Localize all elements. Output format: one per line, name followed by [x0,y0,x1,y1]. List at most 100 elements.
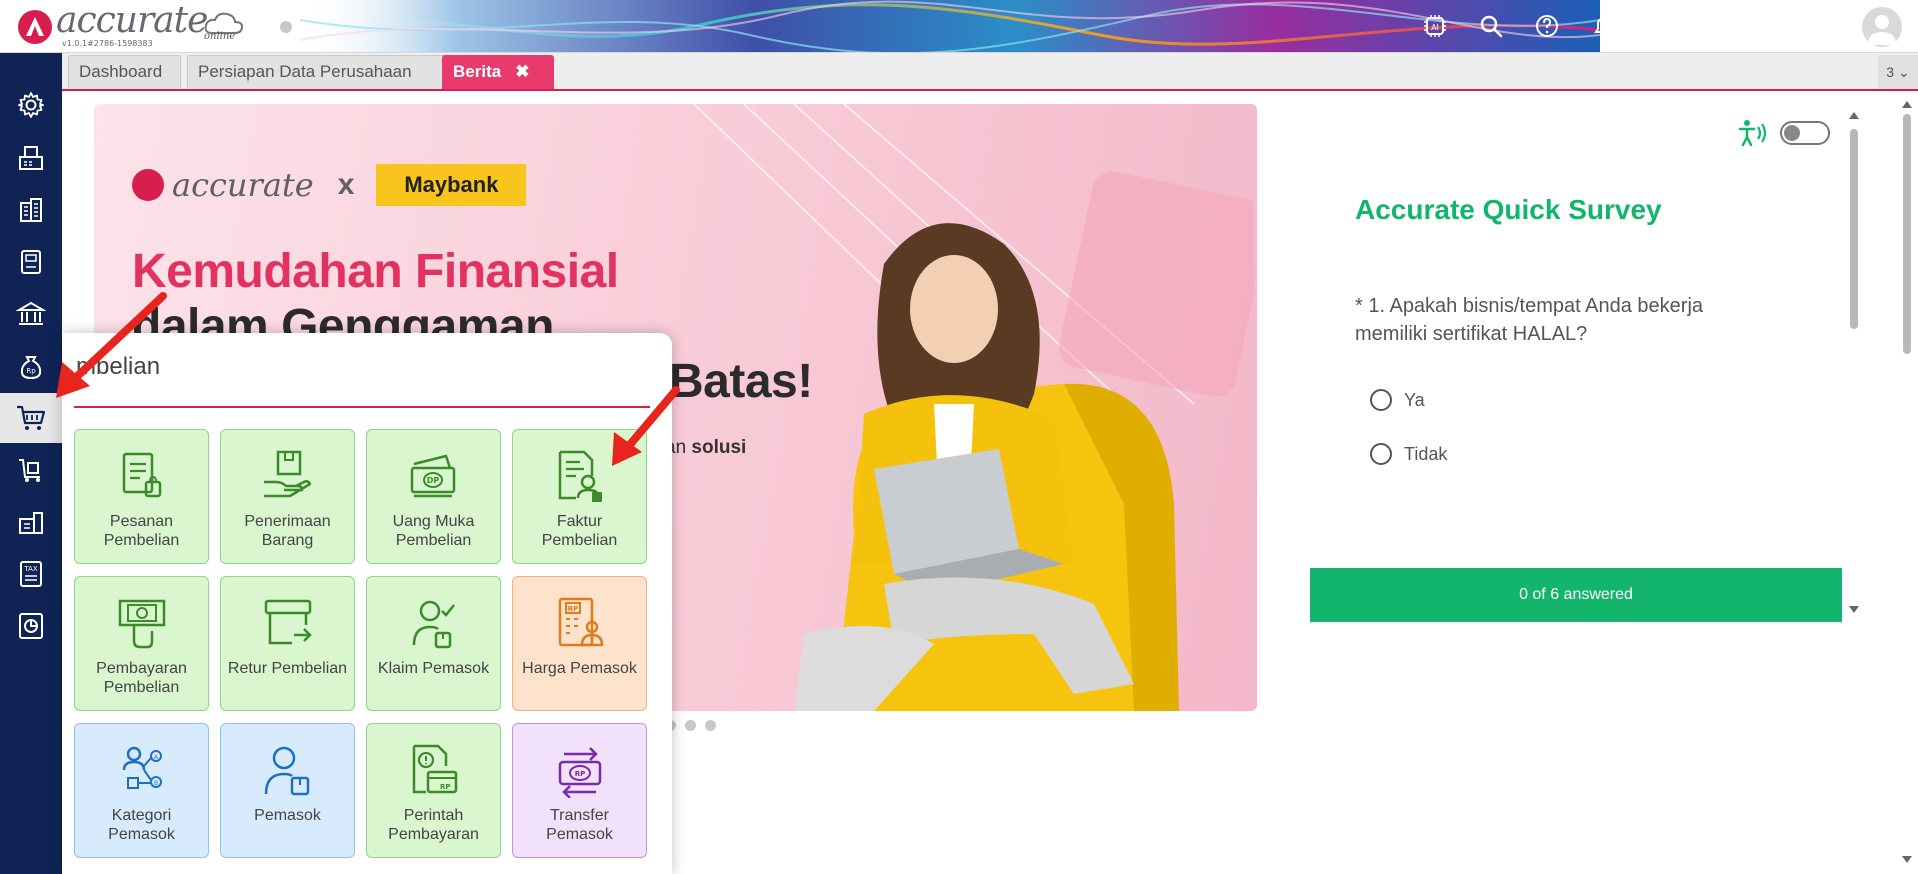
tab-dashboard[interactable]: Dashboard [68,55,181,89]
svg-text:RP: RP [574,770,585,778]
sidebar-item-purchase[interactable] [0,393,62,443]
sidebar-item-company[interactable] [0,185,62,235]
page-scroll-thumb[interactable] [1903,114,1911,354]
banner-brand-x: x [337,168,355,201]
supplier-transfer-icon: RP [558,747,601,798]
survey-option-label: Tidak [1404,443,1448,464]
tile-transfer-pemasok[interactable]: RP Transfer Pemasok [512,723,647,858]
tile-perintah-pembayaran[interactable]: RP Perintah Pembayaran [366,723,501,858]
tab-overflow-menu[interactable]: 3 ⌄ [1878,55,1918,89]
company-info[interactable]: Acc Tumbuh Bersama Egy Gunawan [1663,8,1840,45]
report-chart-icon [19,613,43,639]
accessibility-toggle[interactable] [1780,121,1830,145]
purchase-menu-title: mbelian [76,353,161,380]
svg-text:TAX: TAX [23,565,38,573]
ledger-book-icon [21,250,41,274]
logo-text: accurate [56,0,208,41]
delivery-cart-icon [19,459,40,482]
tile-label: Kategori Pemasok [108,807,175,843]
page-scrollbar[interactable] [1900,96,1914,866]
accurate-logo-mark [132,169,164,201]
survey-title: Accurate Quick Survey [1355,194,1662,225]
purchase-invoice-icon [558,450,602,502]
tab-berita[interactable]: Berita ✖ [442,55,554,89]
tile-retur-pembelian[interactable]: Retur Pembelian [220,576,355,711]
survey-question: * 1. Apakah bisnis/tempat Anda bekerja m… [1355,295,1704,345]
sidebar: Rp TAX [0,53,62,874]
tile-harga-pemasok[interactable]: RP Harga Pemasok [512,576,647,711]
status-dot [280,21,292,33]
survey-option-tidak[interactable]: Tidak [1370,443,1447,465]
tab-close-icon[interactable]: ✖ [515,62,529,81]
accessibility-icon [1738,120,1767,147]
purchase-return-icon [264,599,312,645]
tile-label: Penerimaan Barang [244,513,331,549]
svg-text:AI: AI [1431,23,1439,32]
carousel-dot[interactable] [705,720,716,731]
sidebar-item-inventory[interactable] [0,497,62,547]
tab-label: Persiapan Data Perusahaan [198,62,412,81]
tile-pemasok[interactable]: Pemasok [220,723,355,858]
tab-label: Berita [453,62,502,81]
scroll-up-arrow-icon [1849,112,1859,119]
sidebar-item-ledger[interactable] [0,237,62,287]
tab-bar: Dashboard Persiapan Data Perusahaan Beri… [62,53,1918,91]
ai-assistant-icon[interactable]: AI [1422,13,1448,39]
tile-pembayaran-pembelian[interactable]: Pembayaran Pembelian [74,576,209,711]
sidebar-item-fax[interactable] [0,133,62,183]
tile-label: Pesanan Pembelian [103,513,180,549]
tile-label: Pembayaran Pembelian [96,660,187,696]
survey-progress-bar: 0 of 6 answered [1310,568,1842,622]
sidebar-item-settings[interactable] [0,80,62,130]
radio-button[interactable] [1370,443,1392,465]
version-text: v1.0.1#2786-1598383 [62,39,153,48]
company-name: Acc Tumbuh Bersama [1662,8,1840,28]
banner-headline-1: Kemudahan Finansial [132,245,619,298]
tile-label: Klaim Pemasok [377,660,490,677]
survey-scroll-thumb[interactable] [1850,129,1858,329]
building-icon [20,198,42,222]
tile-label: Perintah Pembayaran [388,807,479,843]
tile-klaim-pemasok[interactable]: Klaim Pemasok [366,576,501,711]
sidebar-item-tax[interactable]: TAX [0,549,62,599]
avatar[interactable] [1862,7,1902,47]
fax-machine-icon [19,146,43,170]
accurate-logo[interactable]: accurate online v1.0.1#2786-1598383 [16,0,256,50]
sidebar-item-cash[interactable]: Rp [0,341,62,391]
tile-pesanan-pembelian[interactable]: Pesanan Pembelian [74,429,209,564]
tax-document-icon: TAX [20,561,42,587]
radio-button[interactable] [1370,389,1392,411]
gear-icon [18,92,44,118]
accessibility-toggle-group [1738,118,1830,148]
inventory-building-icon [19,512,43,534]
bell-icon[interactable] [1590,13,1616,39]
carousel-dot[interactable] [685,720,696,731]
svg-text:DP: DP [426,476,439,485]
survey-progress-label: 0 of 6 answered [1519,586,1633,603]
tile-kategori-pemasok[interactable]: AB Kategori Pemasok [74,723,209,858]
tile-penerimaan-barang[interactable]: Penerimaan Barang [220,429,355,564]
maybank-logo-text: Maybank [404,172,499,197]
tile-label: Retur Pembelian [227,660,348,677]
help-icon[interactable] [1534,13,1560,39]
sidebar-item-sales[interactable] [0,445,62,495]
tile-label: Pemasok [254,807,321,824]
survey-option-ya[interactable]: Ya [1370,389,1425,411]
top-bar: accurate online v1.0.1#2786-1598383 AI A… [0,0,1918,53]
search-icon[interactable] [1478,13,1504,39]
tile-uang-muka-pembelian[interactable]: DP Uang Muka Pembelian [366,429,501,564]
accurate-logo-mark [18,10,52,44]
supplier-price-icon: RP [558,597,603,647]
scroll-down-arrow-icon [1902,856,1912,863]
banner-brand-accurate: accurate [172,166,314,204]
sidebar-item-bank[interactable] [0,289,62,339]
goods-receipt-icon [263,450,311,498]
scroll-up-arrow-icon [1902,101,1912,108]
survey-scrollbar[interactable] [1847,104,1861,624]
header-wave-background [300,0,1600,52]
scroll-down-arrow-icon [1849,606,1859,613]
money-bag-icon: Rp [20,356,42,380]
sidebar-item-reports[interactable] [0,601,62,651]
tile-faktur-pembelian[interactable]: Faktur Pembelian [512,429,647,564]
maybank-logo: Maybank [376,164,527,206]
